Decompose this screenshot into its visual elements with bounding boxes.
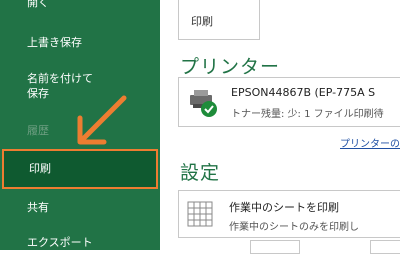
nav-save[interactable]: 上書き保存 (0, 36, 158, 50)
print-scope-subtitle: 作業中のシートのみを印刷し (229, 222, 359, 233)
printer-ready-icon (190, 90, 217, 117)
nav-open[interactable]: 開く (0, 0, 158, 10)
print-button[interactable]: 印刷 (178, 0, 260, 40)
print-pane: 印刷 プリンター EPSON44867B (EP-775A S トナー残量: 少… (160, 0, 400, 254)
printer-status: トナー残量: 少: 1 ファイル印刷待 (231, 109, 384, 120)
print-scope-title: 作業中のシートを印刷 (229, 201, 339, 214)
printer-name: EPSON44867B (EP-775A S (231, 86, 376, 99)
pages-to-field[interactable] (370, 240, 400, 254)
printer-properties-link[interactable]: プリンターのプ (340, 135, 400, 150)
nav-export[interactable]: エクスポート (0, 236, 158, 250)
sheet-grid-icon (187, 201, 213, 227)
pointer-arrow-icon (77, 95, 127, 145)
nav-share[interactable]: 共有 (0, 201, 158, 215)
nav-save-as-line1[interactable]: 名前を付けて (0, 72, 158, 86)
pages-from-field[interactable] (250, 240, 300, 254)
print-scope-dropdown[interactable]: 作業中のシートを印刷 作業中のシートのみを印刷し (178, 190, 400, 238)
settings-heading: 設定 (180, 162, 221, 184)
printer-heading: プリンター (180, 56, 281, 78)
nav-print[interactable]: 印刷 (2, 149, 158, 189)
printer-dropdown[interactable]: EPSON44867B (EP-775A S トナー残量: 少: 1 ファイル印… (178, 77, 400, 127)
backstage-sidebar: 開く 上書き保存 名前を付けて 保存 履歴 印刷 共有 エクスポート (0, 0, 160, 250)
